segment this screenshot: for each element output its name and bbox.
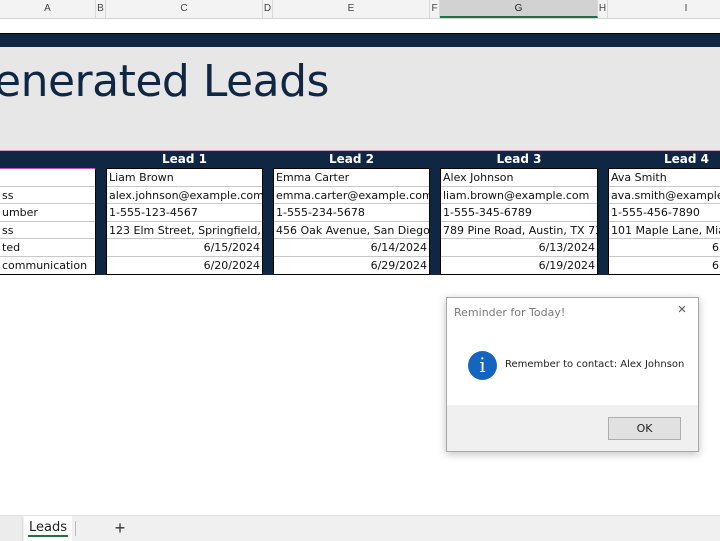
lead-address-cell[interactable]: 101 Maple Lane, Miami [609, 222, 720, 239]
lead-address-cell[interactable]: 789 Pine Road, Austin, TX 73301, [441, 222, 597, 239]
lead-date-contacted-cell[interactable]: 6 [609, 239, 720, 257]
lead-phone-cell[interactable]: 1-555-234-5678 [274, 204, 429, 222]
column-header-d[interactable]: D [263, 0, 273, 18]
row-label-email[interactable]: ss [0, 186, 95, 204]
row-label-next-communication[interactable]: communication [0, 256, 95, 274]
lead-next-communication-cell[interactable]: 6 [609, 257, 720, 275]
lead-date-contacted-cell[interactable]: 6/13/2024 [441, 239, 597, 257]
lead-header[interactable]: Lead 2 [273, 151, 430, 168]
dialog-footer: OK [447, 405, 698, 451]
column-header-a[interactable]: A [0, 0, 96, 18]
sheet-tab-label: Leads [27, 520, 68, 537]
column-header-bar: A B C D E F G H I [0, 0, 720, 19]
lead-email-cell[interactable]: alex.johnson@example.com [107, 187, 262, 204]
info-icon: i [468, 351, 497, 380]
column-header-g[interactable]: G [440, 0, 598, 18]
dialog-message: Remember to contact: Alex Johnson [505, 359, 685, 370]
row-label-name[interactable] [0, 169, 95, 187]
column-header-f[interactable]: F [430, 0, 440, 18]
lead-name-cell[interactable]: Liam Brown [107, 169, 262, 187]
lead-next-communication-cell[interactable]: 6/29/2024 [274, 257, 429, 275]
add-sheet-icon[interactable]: + [110, 518, 130, 538]
close-icon[interactable]: × [674, 302, 690, 318]
ok-button[interactable]: OK [608, 417, 681, 440]
column-header-i[interactable]: I [608, 0, 720, 18]
lead-name-cell[interactable]: Emma Carter [274, 169, 429, 187]
lead-column-3: Lead 3 Alex Johnson liam.brown@example.c… [440, 151, 598, 275]
lead-name-cell[interactable]: Ava Smith [609, 169, 720, 187]
lead-column-1: Lead 1 Liam Brown alex.johnson@example.c… [106, 151, 263, 275]
lead-name-cell[interactable]: Alex Johnson [441, 169, 597, 187]
row-label-date-contacted[interactable]: ted [0, 239, 95, 257]
lead-phone-cell[interactable]: 1-555-345-6789 [441, 204, 597, 222]
row-label-phone[interactable]: umber [0, 204, 95, 222]
sheet-tab-bar: Leads + [0, 515, 720, 541]
lead-email-cell[interactable]: ava.smith@example.co [609, 187, 720, 204]
dialog-title: Reminder for Today! [454, 306, 566, 319]
lead-next-communication-cell[interactable]: 6/19/2024 [441, 257, 597, 275]
sheet-tab-previous[interactable] [0, 516, 23, 541]
column-header-b[interactable]: B [96, 0, 106, 18]
lead-address-cell[interactable]: 456 Oak Avenue, San Diego, CA 9 [274, 222, 429, 239]
lead-header[interactable]: Lead 3 [440, 151, 598, 168]
row-labels-column: ss umber ss ted communication [0, 151, 96, 275]
lead-date-contacted-cell[interactable]: 6/14/2024 [274, 239, 429, 257]
column-header-e[interactable]: E [273, 0, 430, 18]
lead-address-cell[interactable]: 123 Elm Street, Springfield, IL 627 [107, 222, 262, 239]
tab-separator [75, 521, 76, 536]
sheet-tab-leads[interactable]: Leads [24, 516, 72, 541]
lead-header[interactable]: Lead 4 [608, 151, 720, 168]
header-band [0, 33, 720, 48]
column-header-h[interactable]: H [598, 0, 608, 18]
lead-email-cell[interactable]: emma.carter@example.com [274, 187, 429, 204]
lead-email-cell[interactable]: liam.brown@example.com [441, 187, 597, 204]
column-header-c[interactable]: C [106, 0, 263, 18]
label-header [0, 151, 96, 168]
reminder-dialog: Reminder for Today! × i Remember to cont… [446, 297, 699, 452]
lead-column-2: Lead 2 Emma Carter emma.carter@example.c… [273, 151, 430, 275]
lead-column-4: Lead 4 Ava Smith ava.smith@example.co 1-… [608, 151, 720, 275]
page-title[interactable]: enerated Leads [0, 56, 329, 107]
lead-phone-cell[interactable]: 1-555-456-7890 [609, 204, 720, 222]
lead-phone-cell[interactable]: 1-555-123-4567 [107, 204, 262, 222]
lead-date-contacted-cell[interactable]: 6/15/2024 [107, 239, 262, 257]
row-label-address[interactable]: ss [0, 221, 95, 239]
lead-header[interactable]: Lead 1 [106, 151, 263, 168]
lead-next-communication-cell[interactable]: 6/20/2024 [107, 257, 262, 275]
